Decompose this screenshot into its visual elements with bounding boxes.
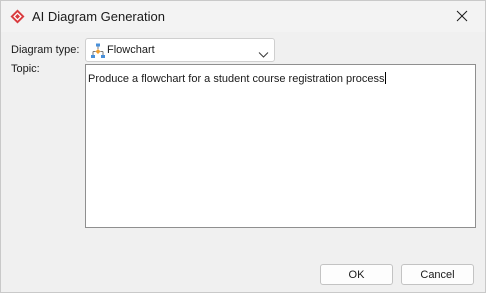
diagram-type-label: Diagram type: [11, 44, 80, 56]
cancel-button[interactable]: Cancel [401, 264, 474, 285]
topic-label: Topic: [11, 63, 40, 75]
text-caret [384, 72, 386, 84]
close-icon [456, 10, 468, 22]
chevron-down-icon [258, 46, 269, 58]
close-button[interactable] [439, 1, 485, 32]
flowchart-icon [90, 43, 106, 59]
diagram-type-select[interactable]: Flowchart [85, 38, 275, 62]
ai-diagram-generation-dialog: AI Diagram Generation Diagram type: Flow… [0, 0, 486, 293]
app-logo-icon [10, 9, 25, 24]
window-title: AI Diagram Generation [32, 9, 165, 24]
diagram-type-value: Flowchart [107, 44, 155, 56]
topic-textarea[interactable]: Produce a flowchart for a student course… [85, 64, 476, 228]
ok-button[interactable]: OK [320, 264, 393, 285]
topic-text: Produce a flowchart for a student course… [88, 73, 385, 85]
title-bar[interactable]: AI Diagram Generation [1, 1, 485, 32]
